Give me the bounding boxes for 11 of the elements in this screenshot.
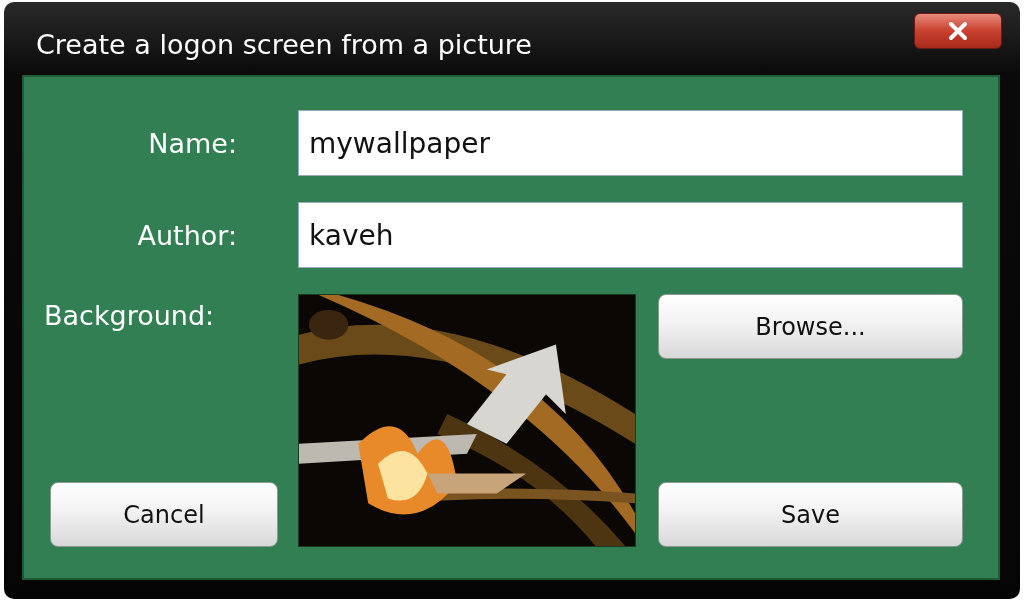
input-field[interactable]: mywallpaper <box>298 110 963 176</box>
background-label: Background: <box>44 300 215 331</box>
close-button[interactable] <box>914 12 1002 49</box>
cancel-button[interactable]: Cancel <box>50 482 278 547</box>
browse-button[interactable]: Browse... <box>658 294 963 359</box>
field-label: Name: <box>147 127 238 159</box>
close-icon <box>948 20 968 41</box>
field-label: Author: <box>136 219 238 251</box>
window-title: Create a logon screen from a picture <box>36 29 532 60</box>
save-button[interactable]: Save <box>658 482 963 547</box>
input-field[interactable]: kaveh <box>298 202 963 268</box>
